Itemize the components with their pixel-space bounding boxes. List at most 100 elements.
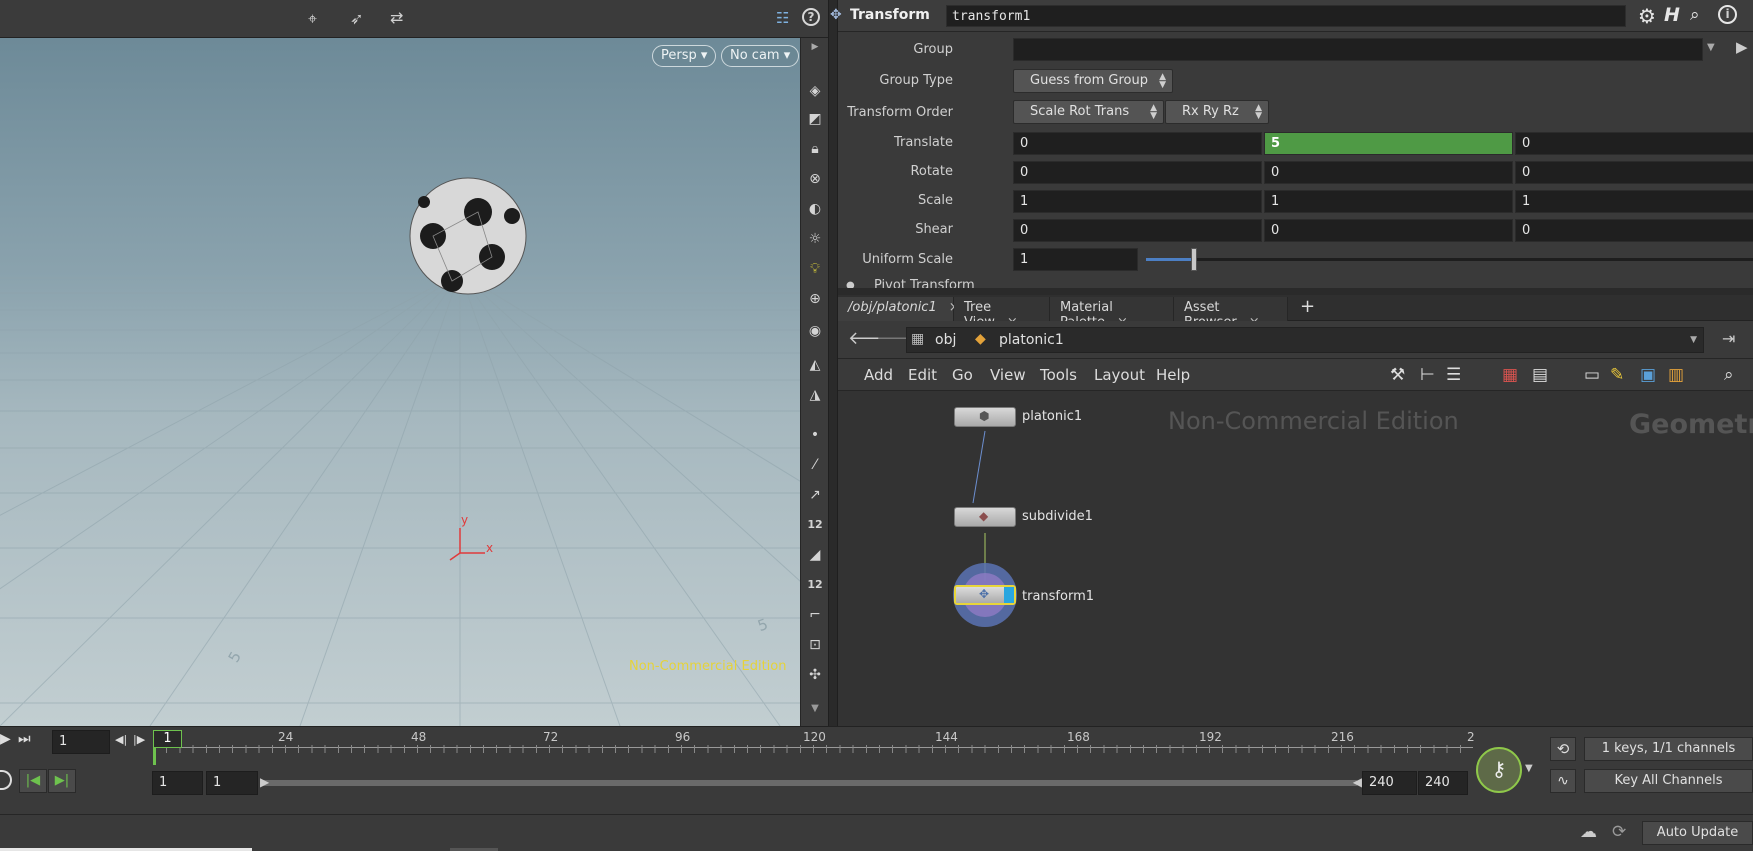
scale-z-field[interactable]: 1: [1515, 190, 1753, 213]
node-transform1[interactable]: ✥: [954, 585, 1016, 605]
tab-obj-platonic1[interactable]: /obj/platonic1×: [838, 297, 960, 321]
gear-icon[interactable]: ⚙: [1638, 4, 1656, 28]
step-back-icon[interactable]: ◀|: [115, 733, 127, 746]
shape-palette-icon[interactable]: ▤: [1532, 365, 1548, 385]
path-dropdown-icon[interactable]: ▼: [1690, 335, 1697, 345]
group-select-icon[interactable]: ▶: [1736, 38, 1748, 56]
network-canvas[interactable]: Non-Commercial Edition Geometr ⬢ platoni…: [838, 391, 1753, 726]
range-end-button[interactable]: ▶|: [48, 769, 76, 793]
wrench-icon[interactable]: ⚒: [1390, 365, 1405, 385]
range-start2-field[interactable]: 1: [206, 771, 258, 795]
point-number-icon[interactable]: 12: [806, 516, 824, 534]
pane-divider[interactable]: [838, 288, 1753, 295]
display-flag[interactable]: [1004, 587, 1014, 603]
node-name-field[interactable]: transform1: [946, 5, 1626, 27]
houdini-help-icon[interactable]: H: [1664, 4, 1680, 26]
path-breadcrumb[interactable]: ▦ obj ◆ platonic1 ▼: [906, 327, 1704, 353]
current-frame-field[interactable]: 1: [52, 730, 110, 754]
search-icon[interactable]: ⌕: [1690, 5, 1700, 25]
sticky-note-icon[interactable]: ✎: [1610, 365, 1624, 385]
key-button[interactable]: ⚷: [1476, 747, 1522, 793]
shear-x-field[interactable]: 0: [1013, 219, 1262, 242]
scene-viewport[interactable]: Persp ▾ No cam ▾ x y 5 5 Non-Commercial …: [0, 38, 800, 726]
lightpin-icon[interactable]: ⊕: [806, 290, 824, 308]
display-options-icon[interactable]: ☷: [776, 9, 789, 27]
translate-x-field[interactable]: 0: [1013, 132, 1262, 155]
transform-handle-icon[interactable]: ⇄: [390, 8, 403, 27]
shear-z-field[interactable]: 0: [1515, 219, 1753, 242]
group-field[interactable]: [1013, 38, 1703, 61]
realtime-icon[interactable]: [0, 770, 12, 790]
pivot-transform-label[interactable]: Pivot Transform: [874, 278, 975, 288]
menu-add[interactable]: Add: [864, 366, 893, 384]
search-icon[interactable]: ⌕: [1724, 365, 1734, 385]
menu-layout[interactable]: Layout: [1094, 366, 1145, 384]
jump-end-icon[interactable]: ⏭: [18, 731, 31, 747]
node-subdivide1[interactable]: ◆: [954, 507, 1016, 527]
translate-z-field[interactable]: 0: [1515, 132, 1753, 155]
node-platonic1[interactable]: ⬢: [954, 407, 1016, 427]
path-obj[interactable]: obj: [935, 332, 956, 348]
uniform-scale-slider-handle[interactable]: [1190, 248, 1197, 271]
add-tab-icon[interactable]: +: [1300, 296, 1315, 317]
camera-view-menu[interactable]: Persp ▾: [652, 45, 717, 67]
menu-tools[interactable]: Tools: [1040, 366, 1077, 384]
menu-view[interactable]: View: [990, 366, 1026, 384]
camera-icon[interactable]: ◭: [806, 356, 824, 374]
list-icon[interactable]: ☰: [1446, 365, 1461, 385]
rotate-y-field[interactable]: 0: [1264, 161, 1513, 184]
rotate-order-menu[interactable]: Rx Ry Rz ▲ ▼: [1165, 100, 1269, 124]
camera-link-icon[interactable]: ◮: [806, 386, 824, 404]
uniform-scale-field[interactable]: 1: [1013, 248, 1138, 271]
pivot-expand-icon[interactable]: ●: [846, 280, 855, 288]
scale-x-field[interactable]: 1: [1013, 190, 1262, 213]
frame-marker[interactable]: 1: [153, 730, 182, 748]
range-end-field[interactable]: 240: [1362, 771, 1417, 795]
help-icon[interactable]: ?: [802, 8, 820, 26]
prim-icon[interactable]: ◢: [806, 546, 824, 564]
point-icon[interactable]: •: [806, 426, 824, 444]
path-node[interactable]: platonic1: [999, 332, 1064, 348]
auto-update-button[interactable]: Auto Update: [1642, 821, 1753, 845]
menu-go[interactable]: Go: [952, 366, 973, 384]
menu-edit[interactable]: Edit: [908, 366, 937, 384]
range-handle-right[interactable]: ◀: [1353, 775, 1362, 789]
select-mode-icon[interactable]: ⌖: [308, 9, 317, 29]
tab-tree-view[interactable]: Tree View×: [954, 297, 1050, 330]
range-slider[interactable]: ▶ ◀: [260, 775, 1362, 789]
refresh-icon[interactable]: ⟳: [1612, 822, 1626, 842]
pin-icon[interactable]: ⇥: [1722, 329, 1735, 348]
key-dropdown-icon[interactable]: ▼: [1525, 763, 1533, 774]
digital-asset-icon[interactable]: ▥: [1668, 365, 1684, 385]
channel-refresh-icon[interactable]: ⟲: [1550, 737, 1576, 761]
headlight-icon[interactable]: 💡︎: [806, 260, 824, 278]
play-icon[interactable]: ▶: [0, 731, 11, 747]
frame-ruler[interactable]: 1 24 48 72 96 120 144 168 192 216 2: [153, 727, 1475, 767]
curve-icon[interactable]: ⌐: [806, 606, 824, 624]
pane-splitter[interactable]: [828, 0, 838, 726]
prim-number-icon[interactable]: 12: [806, 576, 824, 594]
color-palette-icon[interactable]: ▦: [1502, 365, 1518, 385]
range-start-field[interactable]: 1: [152, 771, 203, 795]
rotate-x-field[interactable]: 0: [1013, 161, 1262, 184]
tab-asset-browser[interactable]: Asset Browser×: [1174, 297, 1288, 330]
group-type-menu[interactable]: Guess from Group ▲ ▼: [1013, 69, 1173, 93]
vertex-icon[interactable]: ✣: [806, 666, 824, 684]
performance-icon[interactable]: ☁: [1580, 822, 1597, 842]
ghost-icon[interactable]: ◉: [806, 322, 824, 340]
range-end2-field[interactable]: 240: [1418, 771, 1468, 795]
light-icon[interactable]: ☼: [806, 230, 824, 248]
uniform-scale-slider[interactable]: [1146, 248, 1753, 271]
shear-y-field[interactable]: 0: [1264, 219, 1513, 242]
range-handle-left[interactable]: ▶: [260, 775, 269, 789]
menu-help[interactable]: Help: [1156, 366, 1190, 384]
grid-plane-icon[interactable]: ◈: [806, 82, 824, 100]
network-box-icon[interactable]: ▭: [1584, 365, 1600, 385]
lock-icon[interactable]: 🔒︎: [806, 140, 824, 158]
background-image-icon[interactable]: ▣: [1640, 365, 1656, 385]
tree-icon[interactable]: ⊢: [1420, 365, 1435, 385]
transform-order-menu[interactable]: Scale Rot Trans ▲ ▼: [1013, 100, 1164, 124]
channel-curve-icon[interactable]: ∿: [1550, 769, 1576, 793]
scale-y-field[interactable]: 1: [1264, 190, 1513, 213]
group-dropdown-icon[interactable]: ▼: [1707, 42, 1715, 53]
